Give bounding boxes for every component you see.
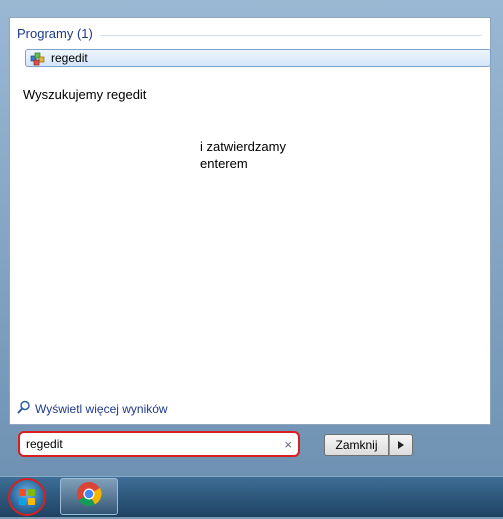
taskbar-app-chrome[interactable] bbox=[60, 478, 118, 515]
start-button[interactable] bbox=[8, 478, 46, 516]
shutdown-options-button[interactable] bbox=[389, 434, 413, 456]
search-box: × bbox=[18, 431, 300, 457]
result-item-regedit[interactable]: regedit bbox=[25, 49, 491, 67]
more-results-label: Wyświetl więcej wyników bbox=[35, 401, 168, 416]
regedit-icon bbox=[30, 50, 46, 66]
section-divider bbox=[100, 35, 482, 36]
search-icon bbox=[17, 400, 35, 417]
windows-start-icon bbox=[10, 489, 44, 518]
more-results-link[interactable]: Wyświetl więcej wyników bbox=[17, 400, 168, 417]
start-menu-frame: Programy (1) regedit Wyszukujemy regedit… bbox=[0, 0, 503, 476]
result-item-label: regedit bbox=[51, 51, 88, 65]
arrow-right-icon bbox=[398, 436, 404, 454]
section-header-programs: Programy (1) bbox=[17, 26, 93, 41]
shutdown-button[interactable]: Zamknij bbox=[324, 434, 389, 456]
search-input[interactable] bbox=[26, 437, 276, 451]
chrome-icon bbox=[76, 481, 102, 512]
annotation-enter-hint: i zatwierdzamy enterem bbox=[200, 139, 286, 171]
search-results-panel: Programy (1) regedit Wyszukujemy regedit… bbox=[9, 17, 491, 425]
annotation-search-hint: Wyszukujemy regedit bbox=[23, 87, 147, 102]
clear-icon[interactable]: × bbox=[284, 437, 292, 452]
